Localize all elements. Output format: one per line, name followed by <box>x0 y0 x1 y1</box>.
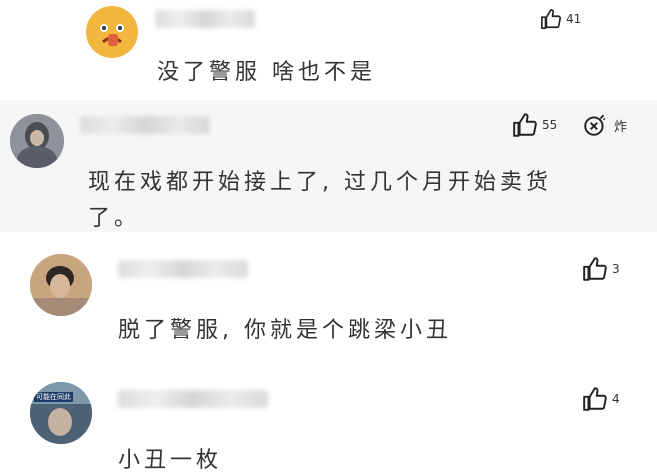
comment-3: 3 脱了警服, 你就是个跳梁小丑 <box>0 232 657 362</box>
thumbs-up-icon <box>541 9 562 29</box>
username-blurred[interactable] <box>118 260 248 278</box>
emoji-face-icon <box>86 6 138 58</box>
avatar[interactable] <box>30 254 92 316</box>
bomb-button[interactable]: 炸 <box>582 112 627 138</box>
comment-text-line2: 了。 <box>88 206 141 231</box>
username-blurred[interactable] <box>155 10 255 28</box>
like-button[interactable]: 3 <box>582 256 620 282</box>
comment-text: 小丑一枚 <box>118 448 223 473</box>
comment-text: 脱了警服, 你就是个跳梁小丑 <box>118 318 452 343</box>
like-button[interactable]: 55 <box>512 112 557 138</box>
comment-text-line1: 现在戏都开始接上了, 过几个月开始卖货 <box>88 170 552 195</box>
avatar-caption: 可能在同此 <box>34 392 73 402</box>
username-blurred[interactable] <box>80 116 210 134</box>
like-button[interactable]: 4 <box>582 386 620 412</box>
bomb-label: 炸 <box>614 119 628 135</box>
like-button[interactable]: 41 <box>540 8 581 30</box>
like-count: 55 <box>542 118 558 132</box>
thumbs-up-icon <box>513 113 537 137</box>
username-blurred[interactable] <box>118 390 268 408</box>
thumbs-up-icon <box>583 257 607 281</box>
avatar-image-icon <box>10 114 64 168</box>
comment-4: 可能在同此 4 小丑一枚 <box>0 362 657 474</box>
like-count: 4 <box>612 392 620 406</box>
bomb-icon <box>584 114 606 136</box>
comment-text: 没了警服 啥也不是 <box>157 60 376 85</box>
like-count: 3 <box>612 262 620 276</box>
avatar[interactable] <box>86 6 138 58</box>
avatar[interactable] <box>10 114 64 168</box>
comment-2: 55 炸 现在戏都开始接上了, 过几个月开始卖货 了。 <box>0 100 657 232</box>
like-count: 41 <box>566 12 582 26</box>
comment-1: 41 没了警服 啥也不是 <box>0 0 657 100</box>
avatar-image-icon <box>30 254 92 316</box>
avatar[interactable]: 可能在同此 <box>30 382 92 444</box>
thumbs-up-icon <box>583 387 607 411</box>
